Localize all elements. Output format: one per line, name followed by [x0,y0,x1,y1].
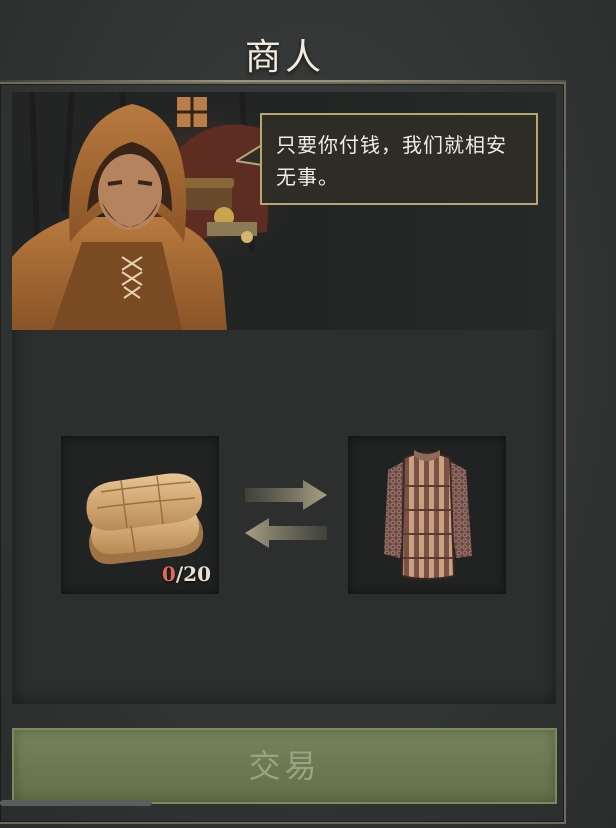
item-count-need: 20 [183,562,211,586]
exchange-arrows-icon [245,480,327,548]
item-count: 0/20 [162,562,211,586]
speech-bubble-tail [236,143,262,167]
merchant-dialogue: 只要你付钱，我们就相安无事。 [260,113,538,205]
scrollbar-thumb[interactable] [0,800,152,806]
give-item-slot[interactable]: 0/20 [61,436,219,594]
item-count-have: 0 [161,562,176,586]
padded-armor-shirt-icon [384,450,472,580]
merchant-screen: 商人 只要你付钱，我们就相安无事。 0/20 交易 [0,0,616,828]
trade-button[interactable]: 交易 [12,728,557,804]
scrollbar[interactable] [0,800,160,808]
window-title: 商人 [244,37,325,78]
receive-item-slot[interactable] [348,436,506,594]
